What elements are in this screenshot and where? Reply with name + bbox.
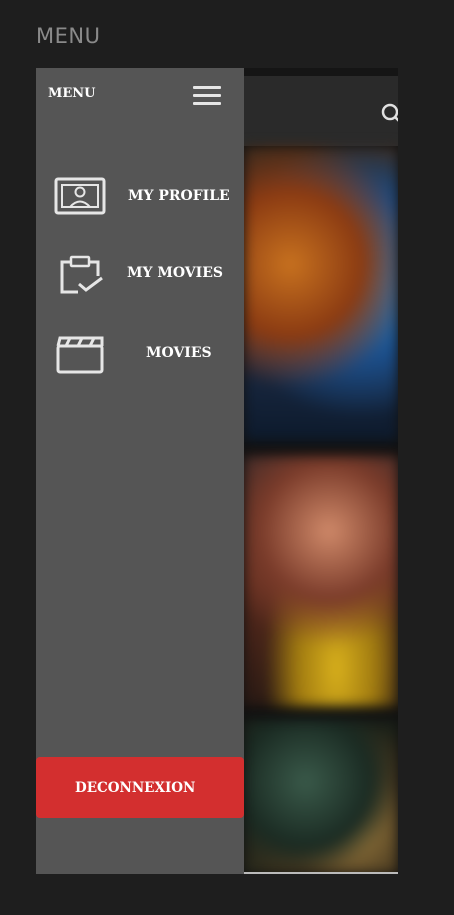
search-icon[interactable] [380,102,398,124]
nav-item-movies[interactable]: MOVIES [36,326,244,382]
drawer-title: MENU [48,86,96,101]
nav-item-my-profile[interactable]: MY PROFILE [36,169,244,225]
nav-item-my-movies[interactable]: MY MOVIES [36,246,244,302]
nav-item-label: MY PROFILE [128,188,230,204]
hamburger-menu-icon[interactable] [193,84,223,108]
clipboard-check-icon [60,255,103,294]
nav-item-label: MOVIES [146,345,212,361]
nav-item-label: MY MOVIES [127,265,224,281]
clapperboard-icon [56,336,104,374]
logout-button[interactable]: DECONNEXION [36,757,244,818]
movie-poster[interactable] [244,146,398,441]
page-title: MENU [36,24,101,48]
movie-poster[interactable] [244,720,398,874]
movie-poster[interactable] [244,456,398,706]
divider [244,872,398,874]
app-screen: MENU MY PROFILE MY MOVIES MOVIES DECONNE… [36,68,398,874]
profile-card-icon [54,177,106,215]
side-drawer: MENU MY PROFILE MY MOVIES MOVIES DECONNE… [36,68,244,874]
